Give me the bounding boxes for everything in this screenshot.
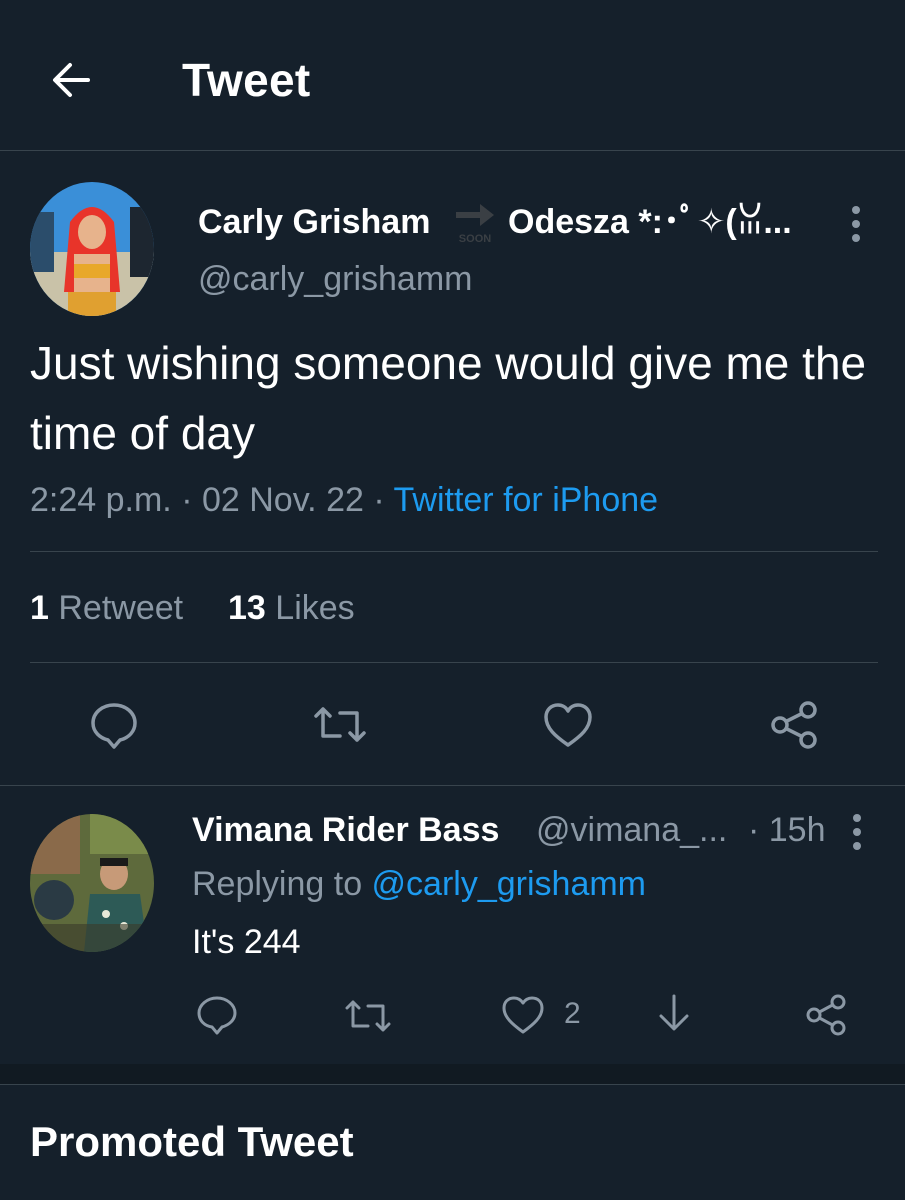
tweet-meta: 2:24 p.m. · 02 Nov. 22 · Twitter for iPh… [30, 478, 658, 522]
heart-icon [544, 703, 592, 747]
reply-text: It's 244 [192, 923, 301, 961]
soon-arrow-icon: SOON [456, 204, 494, 245]
page-title: Tweet [182, 54, 311, 106]
reply-author-handle[interactable]: @vimana_... [536, 808, 727, 852]
reply-bubble-icon [197, 996, 237, 1035]
downvote-button[interactable] [654, 992, 694, 1041]
share-icon [806, 994, 846, 1036]
likes-stat[interactable]: 13 Likes [228, 589, 355, 627]
replying-to-line: Replying to @carly_grishamm [192, 862, 646, 906]
tweet-date: 02 Nov. 22 [201, 481, 364, 519]
reply-reply-button[interactable] [195, 994, 239, 1041]
author-handle[interactable]: @carly_grishamm [198, 258, 472, 300]
avatar-photo [30, 814, 154, 952]
share-icon [771, 701, 817, 749]
reply-button[interactable] [88, 700, 140, 755]
reply-timestamp[interactable]: · 15h [748, 808, 826, 852]
top-bar: Tweet [0, 0, 905, 151]
retweet-icon [314, 707, 366, 742]
heart-icon [502, 996, 544, 1034]
down-arrow-icon [659, 994, 689, 1031]
section-divider [0, 1084, 905, 1085]
share-button[interactable] [768, 698, 822, 757]
reply-bubble-icon [91, 703, 137, 749]
divider [30, 551, 878, 552]
reply-share-button[interactable] [804, 992, 850, 1043]
author-name-suffix[interactable]: Odesza *:･ﾟ✧(ꈍ... [508, 200, 792, 244]
retweets-stat[interactable]: 1 Retweet [30, 589, 183, 627]
back-arrow-icon [53, 63, 90, 97]
divider [30, 662, 878, 663]
soon-badge: SOON [459, 233, 491, 245]
section-divider [0, 785, 905, 786]
tweet-text: Just wishing someone would give me the t… [30, 337, 867, 459]
reply-like-count: 2 [564, 997, 581, 1030]
retweet-count: 1 [30, 589, 49, 627]
author-name[interactable]: Carly Grisham [198, 200, 430, 244]
tweet-stats: 1 Retweet 13 Likes [30, 586, 355, 630]
reply-more-options-button[interactable] [842, 812, 872, 852]
meta-separator: · [171, 481, 202, 519]
back-button[interactable] [44, 52, 100, 108]
retweet-label: Retweet [48, 589, 184, 627]
more-options-button[interactable] [840, 204, 872, 244]
tweet-source-link[interactable]: Twitter for iPhone [394, 481, 659, 519]
reply-author-name[interactable]: Vimana Rider Bass [192, 808, 499, 852]
reply-retweet-button[interactable] [342, 996, 394, 1041]
avatar-photo [30, 182, 154, 316]
more-vertical-icon [852, 206, 860, 242]
section-gap [0, 1064, 905, 1084]
more-vertical-icon [853, 814, 861, 850]
likes-label: Likes [265, 589, 355, 627]
tweet-time: 2:24 p.m. [30, 481, 172, 519]
replying-to-mention[interactable]: @carly_grishamm [372, 865, 646, 903]
retweet-button[interactable] [310, 702, 370, 753]
meta-separator: · [363, 481, 394, 519]
replying-to-label: Replying to [192, 865, 372, 903]
author-avatar[interactable] [30, 182, 154, 316]
reply-author-avatar[interactable] [30, 814, 154, 952]
like-button[interactable] [541, 700, 595, 755]
like-count: 13 [228, 589, 266, 627]
reply-like-button[interactable] [500, 994, 546, 1041]
retweet-icon [345, 1000, 391, 1032]
promoted-tweet-heading: Promoted Tweet [30, 1118, 354, 1165]
